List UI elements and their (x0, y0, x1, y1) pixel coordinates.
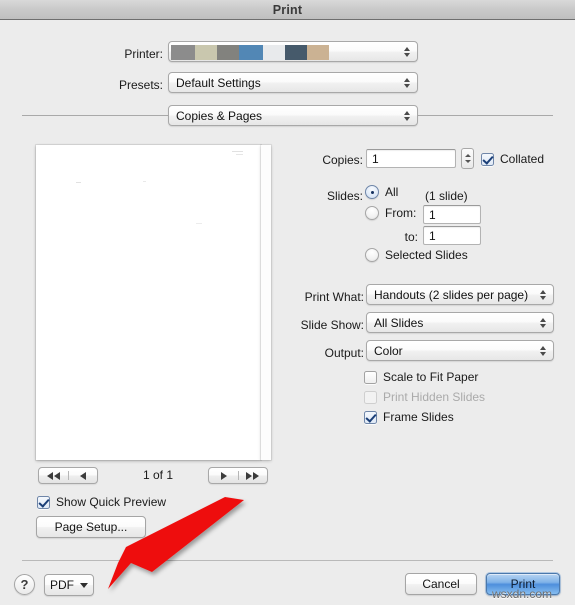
slides-label: Slides: (326, 189, 363, 203)
radio-dot (365, 248, 379, 262)
chevron-updown-icon (404, 46, 410, 57)
show-quick-preview-label: Show Quick Preview (56, 495, 167, 509)
printer-name-redaction-block (307, 45, 329, 60)
slide-show-popup[interactable]: All Slides (366, 312, 554, 333)
scale-to-fit-paper-checkbox[interactable]: Scale to Fit Paper (364, 370, 478, 384)
scale-to-fit-paper-label: Scale to Fit Paper (383, 370, 479, 384)
slides-to-label: to: (404, 230, 418, 244)
page-setup-label: Page Setup... (54, 520, 128, 534)
preview-speck (232, 151, 243, 152)
collated-checkbox[interactable]: Collated (481, 152, 544, 166)
copies-input[interactable]: 1 (366, 149, 456, 168)
pane-popup-value: Copies & Pages (176, 108, 263, 123)
copies-value: 1 (372, 151, 379, 166)
previous-arrow-icon (79, 471, 86, 480)
slides-from-value: 1 (429, 207, 436, 222)
presets-popup[interactable]: Default Settings (168, 72, 418, 93)
forward-double-arrow-icon (246, 471, 259, 480)
slides-all-label: All (385, 185, 399, 199)
title-bar: Print (0, 0, 575, 20)
help-button[interactable]: ? (14, 574, 35, 595)
printer-name-redaction-block (217, 45, 239, 60)
preview-speck (196, 223, 202, 224)
copies-label: Copies: (322, 153, 363, 167)
frame-slides-label: Frame Slides (383, 410, 454, 424)
print-hidden-slides-checkbox: Print Hidden Slides (364, 390, 485, 404)
output-label: Output: (324, 346, 364, 360)
checkbox-box (364, 410, 377, 424)
checkbox-box (481, 152, 494, 166)
selected-slides-radio[interactable]: Selected Slides (365, 248, 468, 262)
preview-page-indicator: 1 of 1 (142, 468, 174, 482)
radio-dot (365, 206, 379, 220)
slide-show-label: Slide Show: (300, 318, 364, 332)
print-preview[interactable] (36, 145, 271, 460)
pdf-button[interactable]: PDF (44, 574, 94, 596)
site-watermark: wsxdn.com (492, 587, 553, 601)
cancel-label: Cancel (422, 577, 460, 591)
preview-prev-button[interactable] (68, 468, 97, 483)
frame-slides-checkbox[interactable]: Frame Slides (364, 410, 454, 424)
slide-show-value: All Slides (374, 315, 424, 330)
print-what-value: Handouts (2 slides per page) (374, 287, 529, 302)
checkbox-box (364, 370, 377, 384)
help-label: ? (20, 577, 29, 592)
print-hidden-slides-label: Print Hidden Slides (383, 390, 486, 404)
separator-right (418, 115, 553, 116)
printer-name-redaction-block (239, 45, 263, 60)
print-what-popup[interactable]: Handouts (2 slides per page) (366, 284, 554, 305)
chevron-down-icon (80, 582, 88, 588)
preview-speck (76, 182, 81, 183)
printer-name-redaction-block (195, 45, 217, 60)
window-title: Print (272, 2, 303, 17)
pane-popup[interactable]: Copies & Pages (168, 105, 418, 126)
printer-name-redaction-block (263, 45, 285, 60)
checkbox-box (364, 390, 377, 404)
selected-slides-label: Selected Slides (385, 248, 468, 262)
chevron-updown-icon (540, 317, 546, 328)
preview-next-last-buttons[interactable] (208, 467, 268, 484)
page-setup-button[interactable]: Page Setup... (36, 516, 146, 538)
slides-to-input[interactable]: 1 (423, 226, 481, 245)
chevron-updown-icon (540, 345, 546, 356)
collated-label: Collated (500, 152, 545, 166)
printer-name-redaction-block (285, 45, 307, 60)
presets-label: Presets: (118, 78, 163, 92)
print-what-label: Print What: (304, 290, 364, 304)
copies-stepper[interactable] (461, 148, 474, 169)
output-popup[interactable]: Color (366, 340, 554, 361)
output-value: Color (374, 343, 403, 358)
preview-speck (236, 154, 243, 155)
preview-first-button[interactable] (39, 468, 68, 483)
cancel-button[interactable]: Cancel (405, 573, 477, 595)
pdf-label: PDF (50, 578, 74, 592)
slides-from-radio[interactable]: From: (365, 206, 416, 220)
preview-next-button[interactable] (209, 468, 238, 483)
slides-from-input[interactable]: 1 (423, 205, 481, 224)
show-quick-preview-checkbox[interactable]: Show Quick Preview (37, 495, 166, 509)
preview-speck (143, 181, 146, 182)
preview-page (36, 145, 261, 460)
radio-dot (365, 185, 379, 199)
chevron-updown-icon (540, 289, 546, 300)
separator-left (22, 115, 168, 116)
checkbox-box (37, 495, 50, 509)
slide-count-note: (1 slide) (425, 189, 468, 203)
slides-from-label: From: (385, 206, 417, 220)
rewind-double-arrow-icon (47, 471, 60, 480)
preview-last-button[interactable] (238, 468, 267, 483)
printer-label: Printer: (124, 47, 163, 61)
chevron-updown-icon (404, 110, 410, 121)
printer-popup[interactable] (168, 41, 418, 62)
footer-separator (22, 560, 553, 561)
preview-page-edge (261, 145, 271, 460)
slides-all-radio[interactable]: All (365, 185, 398, 199)
printer-name-redaction-block (171, 45, 195, 60)
slides-to-value: 1 (429, 228, 436, 243)
print-dialog: Print Printer: Presets: Default Settings… (0, 0, 575, 605)
next-arrow-icon (220, 471, 227, 480)
chevron-updown-icon (404, 77, 410, 88)
preview-first-prev-buttons[interactable] (38, 467, 98, 484)
presets-value: Default Settings (176, 75, 261, 90)
